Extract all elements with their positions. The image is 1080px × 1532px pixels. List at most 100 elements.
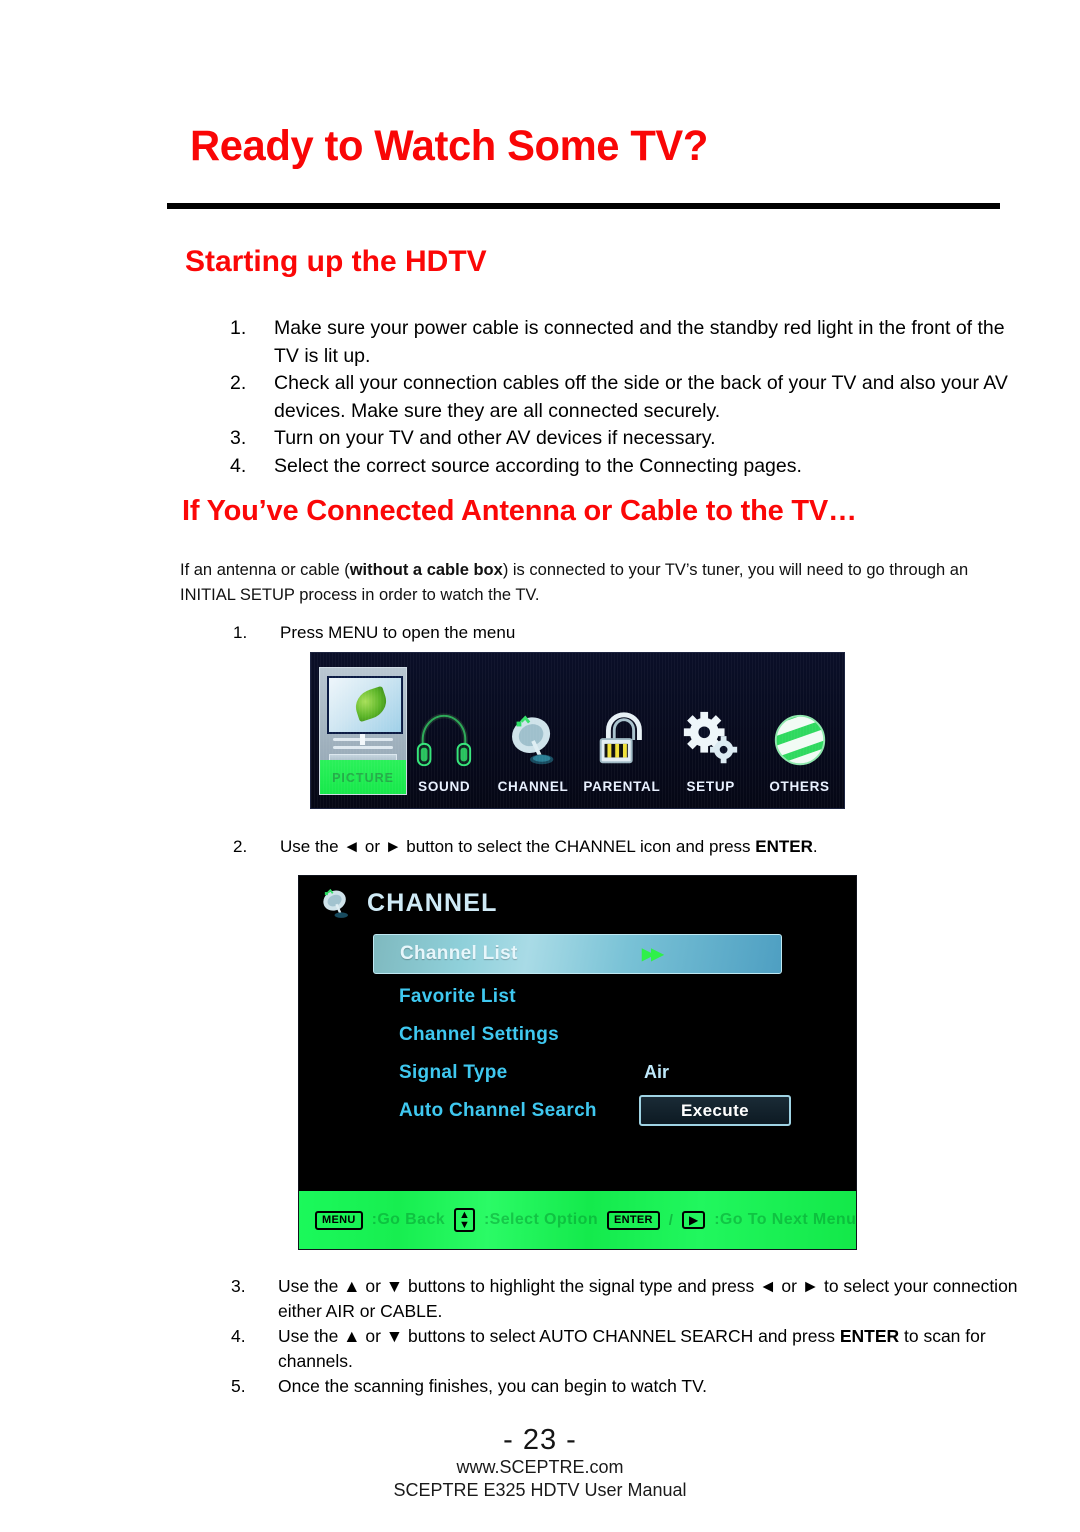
osd-menu-item-sound[interactable]: SOUND [400,653,489,808]
section-heading-antenna: If You’ve Connected Antenna or Cable to … [182,495,857,527]
step-text-a: Once the scanning finishes, you can begi… [278,1376,708,1396]
osd-row-label: Channel Settings [399,1023,559,1045]
list-item-text: Press MENU to open the menu [280,623,516,642]
list-item: 5. Once the scanning finishes, you can b… [228,1374,1018,1399]
osd-menu-label-sound: SOUND [418,779,471,794]
leaf-icon [351,685,391,723]
step2-text-b: . [812,837,818,856]
osd-menu-label-parental: PARENTAL [583,779,661,794]
select-option-hint-label: :Select Option [483,1211,598,1228]
satellite-dish-icon [323,888,348,918]
list-item-number: 4. [231,1326,246,1346]
antenna-step-1: 1. Press MENU to open the menu [230,620,1020,645]
osd-row-channel-settings[interactable]: Channel Settings [299,1016,856,1053]
osd-menu-item-parental[interactable]: PARENTAL [577,653,666,808]
osd-menu-item-channel[interactable]: CHANNEL [489,653,578,808]
list-item-number: 1. [230,317,247,339]
osd-row-signal-type[interactable]: Signal Type Air [299,1054,856,1091]
list-item-number: 2. [230,372,247,394]
osd-row-label: Favorite List [399,985,516,1007]
intro-text-part1: If an antenna or cable ( [180,561,350,579]
down-arrow-icon: ▼ [459,1218,470,1231]
page-number: - 23 - [503,1424,577,1456]
osd-channel-title: CHANNEL [367,888,498,917]
step2-text-a: Use the ◄ or ► button to select the CHAN… [280,837,756,856]
list-item: 1. Make sure your power cable is connect… [230,315,1020,370]
list-item-number: 1. [233,623,248,642]
list-item-number: 3. [230,427,247,449]
osd-channel-header: CHANNEL [317,886,498,920]
osd-menu-item-others[interactable]: OTHERS [755,653,844,808]
tv-screen-thumbnail-icon [327,676,403,734]
step-text-b: . [437,1301,443,1321]
list-item-text: Use the ▲ or ▼ buttons to highlight the … [278,1274,1018,1324]
osd-menu-item-setup[interactable]: SETUP [666,653,755,808]
list-item-number: 5. [231,1376,246,1396]
list-item-text: Select the correct source according to t… [274,454,802,477]
double-right-arrow-icon: ▶▶ [642,946,664,963]
intro-text-bold: without a cable box [349,561,503,579]
osd-menu-label-others: OTHERS [769,779,830,794]
list-item-text: Use the ▲ or ▼ buttons to select AUTO CH… [278,1324,1018,1374]
list-item: 1. Press MENU to open the menu [230,620,1020,645]
osd-row-label: Auto Channel Search [399,1099,597,1121]
list-item: 3. Turn on your TV and other AV devices … [230,425,1020,453]
osd-row-label: Signal Type [399,1061,508,1083]
execute-button[interactable]: Execute [639,1095,791,1126]
footer-manual-title: SCEPTRE E325 HDTV User Manual [393,1480,687,1500]
osd-menu-item-picture[interactable]: PICTURE [311,653,407,808]
list-item: 2. Check all your connection cables off … [230,370,1020,425]
step-text-a: Use the ▲ or ▼ buttons to select AUTO CH… [278,1326,840,1346]
footer-website: www.SCEPTRE.com [456,1457,624,1477]
padlock-icon [599,712,642,764]
gears-icon [683,711,737,764]
section-heading-starting-up: Starting up the HDTV [185,245,487,278]
execute-button-label: Execute [680,1100,749,1120]
list-item: 4. Select the correct source according t… [230,453,1020,481]
slider-bar-icon [333,746,393,749]
antenna-intro-paragraph: If an antenna or cable (without a cable … [180,558,970,608]
list-item-text: Once the scanning finishes, you can begi… [278,1374,1018,1399]
list-item-number: 2. [233,837,248,856]
separator-label: / [668,1211,673,1229]
osd-row-favorite-list[interactable]: Favorite List [299,978,856,1015]
osd-menu-item-row: PICTURE SOUND CHANNEL PARENTAL SETUP OTH… [311,653,844,808]
list-item-text: Check all your connection cables off the… [274,372,1008,422]
osd-row-value-signal-type: Air [644,1062,670,1082]
list-item: 4. Use the ▲ or ▼ buttons to select AUTO… [228,1324,1018,1374]
list-item: 3. Use the ▲ or ▼ buttons to highlight t… [228,1274,1018,1324]
enter-key-icon: ENTER [607,1210,660,1230]
antenna-steps-tail: 3. Use the ▲ or ▼ buttons to highlight t… [228,1274,1018,1399]
osd-channel-rows: Channel List ▶▶ Favorite List Channel Se… [299,934,856,1130]
list-item-number: 4. [230,454,247,477]
headphones-icon [417,713,472,767]
list-item-text: Make sure your power cable is connected … [274,317,1005,367]
globe-icon [774,714,825,766]
list-item-text: Use the ◄ or ► button to select the CHAN… [280,834,1020,859]
page-title: Ready to Watch Some TV? [190,122,708,170]
menu-hint-label: :Go Back [371,1211,446,1228]
osd-menu-label-picture: PICTURE [332,771,394,785]
slider-knob-icon [360,734,365,745]
title-divider [167,203,1000,209]
satellite-dish-icon [512,715,554,765]
up-down-arrows-icon: ▲ ▼ [454,1207,475,1233]
osd-channel-menu-screenshot: CHANNEL Channel List ▶▶ Favorite List Ch… [298,875,857,1250]
right-arrow-key-icon: ▶ [681,1211,706,1229]
osd-row-channel-list[interactable]: Channel List ▶▶ [373,934,782,974]
step-text-a: Use the ▲ or ▼ buttons to highlight the … [278,1276,1018,1321]
step-bold: ENTER [839,1326,900,1346]
startup-steps-list: 1. Make sure your power cable is connect… [230,315,1020,480]
list-item-number: 3. [231,1276,246,1296]
next-menu-hint-label: :Go To Next Menu [714,1211,856,1228]
step2-bold: ENTER [755,837,813,856]
list-item: 2. Use the ◄ or ► button to select the C… [230,834,1020,859]
osd-row-auto-channel-search[interactable]: Auto Channel Search Execute [299,1092,856,1129]
osd-channel-footer-hints: MENU :Go Back ▲ ▼ :Select Option ENTER /… [299,1191,856,1249]
picture-tile-icon: PICTURE [319,667,407,795]
osd-menu-label-channel: CHANNEL [497,779,569,794]
antenna-step-2: 2. Use the ◄ or ► button to select the C… [230,834,1020,859]
osd-main-menu-screenshot: PICTURE SOUND CHANNEL PARENTAL SETUP OTH… [310,652,845,809]
list-item-text: Turn on your TV and other AV devices if … [274,427,716,449]
osd-row-label: Channel List [400,943,518,964]
